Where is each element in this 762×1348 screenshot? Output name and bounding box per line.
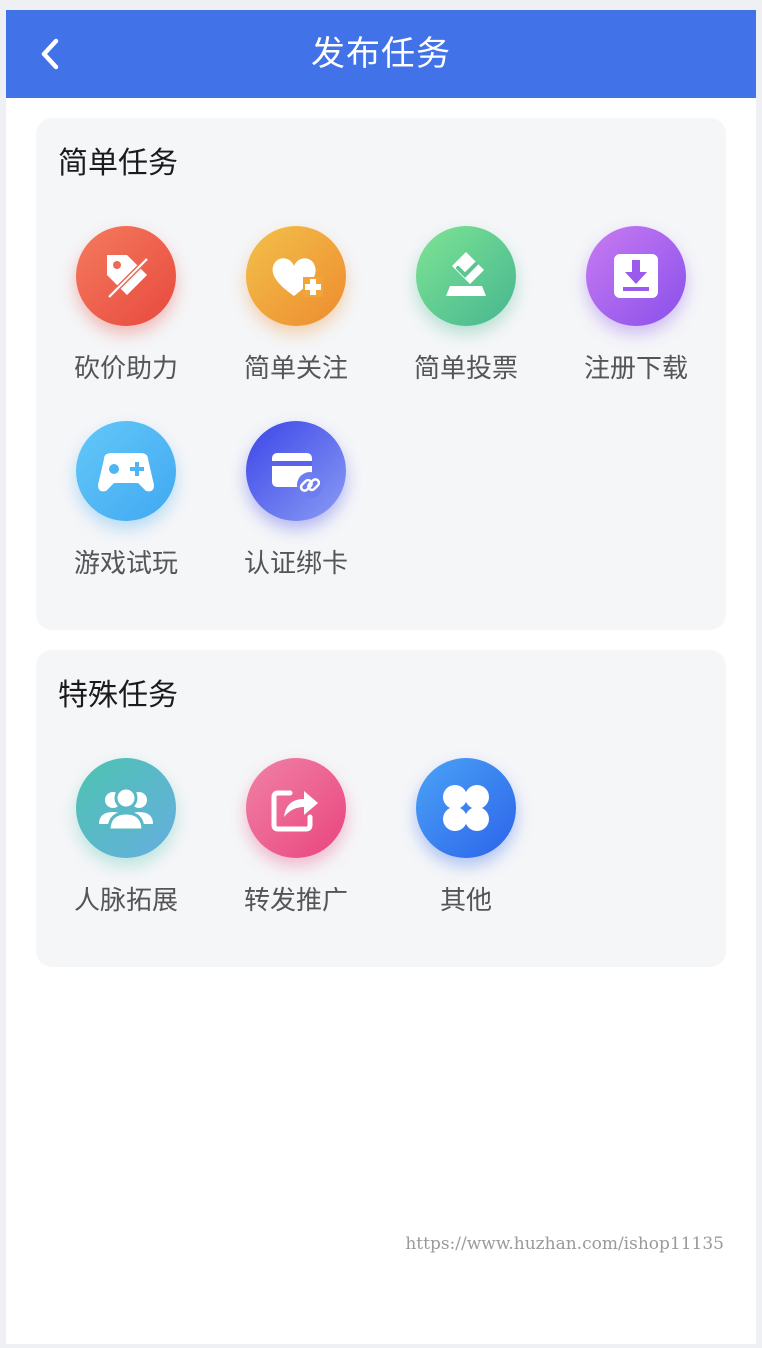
task-item-game[interactable]: 游戏试玩: [41, 421, 211, 596]
ballot-box-icon: [416, 226, 516, 326]
task-label: 人脉拓展: [73, 886, 178, 916]
section-title-simple: 简单任务: [58, 146, 178, 181]
task-label: 砍价助力: [73, 354, 178, 384]
task-label: 注册下载: [583, 354, 688, 384]
task-item-contacts[interactable]: 人脉拓展: [41, 758, 211, 933]
task-item-follow[interactable]: 简单关注: [211, 226, 381, 401]
contacts-icon: [76, 758, 176, 858]
task-label: 简单关注: [243, 354, 348, 384]
price-tag-icon: [76, 226, 176, 326]
task-label: 游戏试玩: [73, 549, 178, 579]
gamepad-icon: [76, 421, 176, 521]
task-item-download[interactable]: 注册下载: [551, 226, 721, 401]
task-item-share[interactable]: 转发推广: [211, 758, 381, 933]
simple-tasks-card: 简单任务 砍价助力 简单关注 简单投票 注册下载 游戏试玩 认证绑卡: [36, 118, 726, 630]
task-item-bind-card[interactable]: 认证绑卡: [211, 421, 381, 596]
more-icon: [416, 758, 516, 858]
card-link-icon: [246, 421, 346, 521]
task-label: 转发推广: [243, 886, 348, 916]
top-bar: 发布任务: [6, 10, 756, 98]
task-item-bargain[interactable]: 砍价助力: [41, 226, 211, 401]
download-icon: [586, 226, 686, 326]
task-item-vote[interactable]: 简单投票: [381, 226, 551, 401]
task-label: 简单投票: [413, 354, 518, 384]
heart-plus-icon: [246, 226, 346, 326]
app-screen: 发布任务 简单任务 砍价助力 简单关注 简单投票 注册下载 游戏试玩 认证绑卡 …: [6, 10, 756, 1344]
task-label: 认证绑卡: [243, 549, 348, 579]
task-label: 其他: [439, 886, 492, 916]
share-icon: [246, 758, 346, 858]
task-item-other[interactable]: 其他: [381, 758, 551, 933]
section-title-special: 特殊任务: [58, 678, 178, 713]
page-title: 发布任务: [311, 34, 451, 74]
special-tasks-card: 特殊任务 人脉拓展 转发推广 其他: [36, 650, 726, 967]
watermark-url: https://www.huzhan.com/ishop11135: [405, 1234, 724, 1254]
